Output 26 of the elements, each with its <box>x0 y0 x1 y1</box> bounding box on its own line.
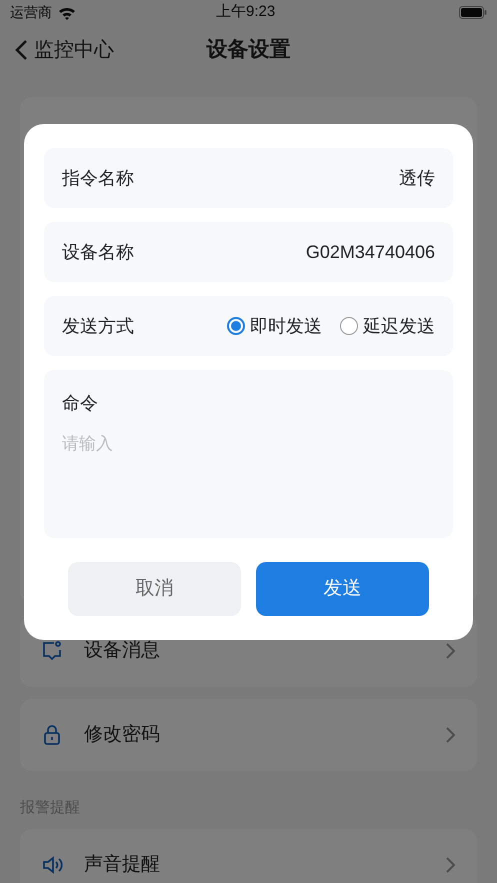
settings-row[interactable]: 修改密码 <box>20 699 477 771</box>
clock-text: 上午9:23 <box>216 2 276 22</box>
field-label: 命令 <box>62 392 99 415</box>
row-label: 声音提醒 <box>84 852 161 877</box>
carrier-text: 运营商 <box>10 3 52 22</box>
field-label: 设备名称 <box>62 240 134 264</box>
settings-row[interactable]: 声音提醒 <box>20 829 477 883</box>
radio-option[interactable]: 即时发送 <box>227 312 322 340</box>
speaker-icon <box>40 853 64 877</box>
wifi-icon <box>58 6 76 20</box>
field-label: 发送方式 <box>62 314 135 338</box>
row-label: 修改密码 <box>84 722 161 747</box>
page-title: 设备设置 <box>206 37 290 64</box>
battery-icon <box>459 6 487 19</box>
back-icon <box>14 39 28 61</box>
send-button[interactable]: 发送 <box>256 562 429 616</box>
cancel-button[interactable]: 取消 <box>68 562 241 616</box>
radio-option[interactable]: 延迟发送 <box>340 312 435 340</box>
command-input[interactable]: 请输入 <box>62 431 435 511</box>
field-label: 指令名称 <box>62 166 134 190</box>
field-value: G02M34740406 <box>306 240 435 264</box>
row-label: 设备消息 <box>84 638 161 663</box>
field-value: 透传 <box>399 166 435 190</box>
back-button[interactable]: 监控中心 <box>14 35 114 65</box>
message-icon <box>40 639 64 663</box>
command-field[interactable]: 命令 请输入 <box>44 370 453 538</box>
